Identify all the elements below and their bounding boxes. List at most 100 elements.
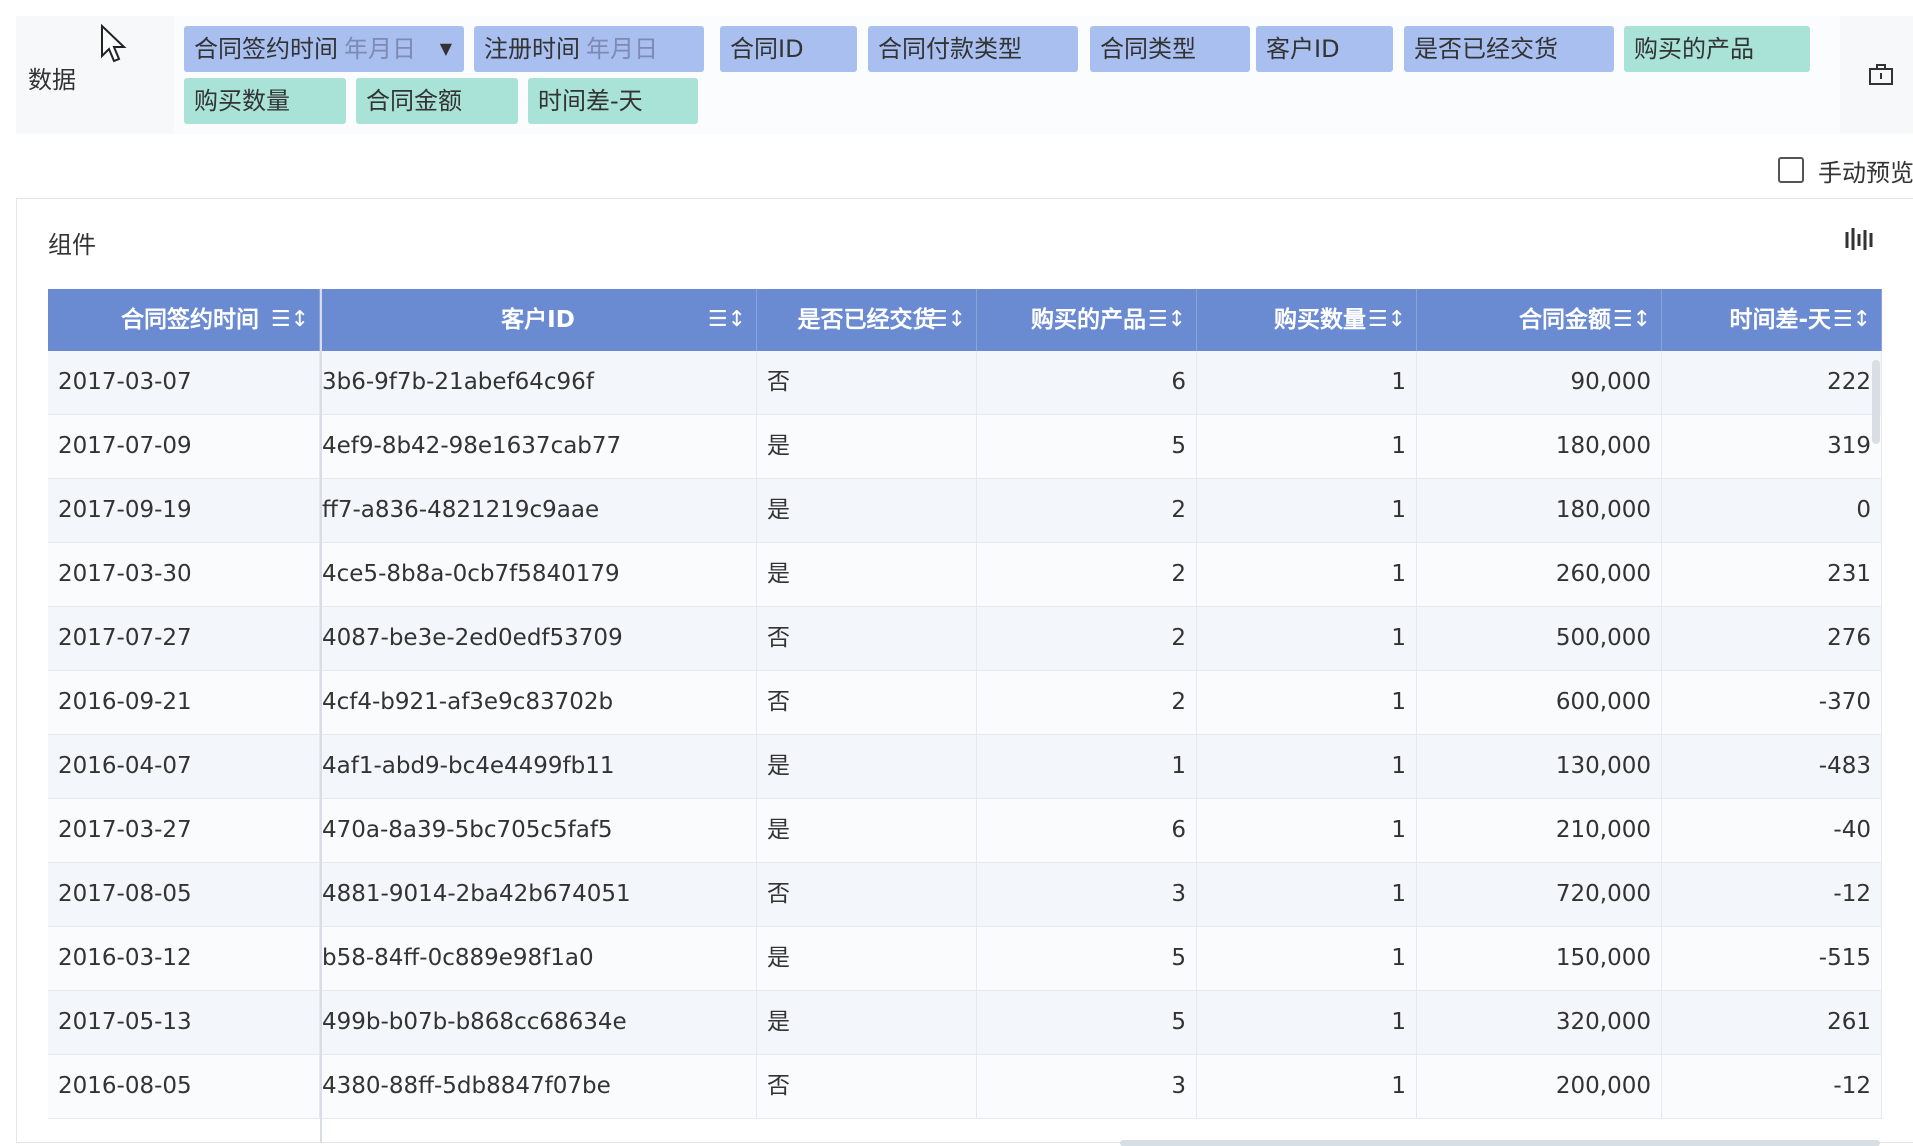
table-cell-delivered: 否: [757, 863, 977, 926]
manual-preview-checkbox[interactable]: [1778, 157, 1804, 183]
table-row[interactable]: 2017-07-09 4ef9-8b42-98e1637cab77 是 5 1 180,0…: [48, 415, 1882, 479]
table-cell-customer-id: 499b-b07b-b868cc68634e: [320, 991, 757, 1054]
table-cell-contract-sign-time: 2017-07-09: [48, 415, 320, 478]
sort-icon[interactable]: ☰↕: [1148, 289, 1186, 351]
table-cell-products: 1: [977, 735, 1197, 798]
table-header-col-contract-sign-time[interactable]: 合同签约时间 ☰↕: [48, 289, 320, 351]
table-cell-delivered: 是: [757, 735, 977, 798]
table-header-col-amount[interactable]: 合同金额 ☰↕: [1417, 289, 1662, 351]
field-chip-area: 合同签约时间 年月日 ▼ 注册时间 年月日 合同ID 合同付款类型 合同类型 客户I…: [174, 16, 1840, 134]
table-cell-delivered: 是: [757, 415, 977, 478]
chart-type-icon[interactable]: [1843, 224, 1873, 254]
table-cell-contract-sign-time: 2017-05-13: [48, 991, 320, 1054]
sort-icon[interactable]: ☰↕: [708, 289, 746, 351]
table-row[interactable]: 2017-03-07 3b6-9f7b-21abef64c96f 否 6 1 90,000…: [48, 351, 1882, 415]
manual-preview-label: 手动预览: [1818, 158, 1913, 187]
table-cell-days-diff: -12: [1662, 1055, 1882, 1118]
sort-icon[interactable]: ☰↕: [1613, 289, 1651, 351]
table-header-label: 购买的产品: [1031, 307, 1146, 333]
table-row[interactable]: 2017-05-13 499b-b07b-b868cc68634e 是 5 1 320,0…: [48, 991, 1882, 1055]
field-chip-label: 是否已经交货: [1414, 35, 1558, 63]
table-cell-delivered: 否: [757, 1055, 977, 1118]
table-row[interactable]: 2016-03-12 b58-84ff-0c889e98f1a0 是 5 1 150,00…: [48, 927, 1882, 991]
field-chip-customer-id[interactable]: 客户ID: [1256, 26, 1393, 72]
table-cell-days-diff: -483: [1662, 735, 1882, 798]
table-body: 2017-03-07 3b6-9f7b-21abef64c96f 否 6 1 90,000…: [48, 351, 1882, 1119]
field-chip-label: 购买数量: [194, 87, 290, 115]
table-cell-days-diff: -40: [1662, 799, 1882, 862]
table-row[interactable]: 2016-04-07 4af1-abd9-bc4e4499fb11 是 1 1 130,0…: [48, 735, 1882, 799]
table-header-col-delivered[interactable]: 是否已经交货 ☰↕: [757, 289, 977, 351]
table-cell-quantity: 1: [1197, 1055, 1417, 1118]
table-cell-amount: 720,000: [1417, 863, 1662, 926]
table-cell-amount: 500,000: [1417, 607, 1662, 670]
table-cell-amount: 90,000: [1417, 351, 1662, 414]
table-row[interactable]: 2017-03-30 4ce5-8b8a-0cb7f5840179 是 2 1 260,0…: [48, 543, 1882, 607]
field-chip-amount[interactable]: 合同金额: [356, 78, 518, 124]
table-cell-quantity: 1: [1197, 351, 1417, 414]
field-chip-label: 购买的产品: [1634, 35, 1754, 63]
table-row[interactable]: 2017-07-27 4087-be3e-2ed0edf53709 否 2 1 500,0…: [48, 607, 1882, 671]
table-cell-products: 3: [977, 863, 1197, 926]
table-cell-customer-id: 4ef9-8b42-98e1637cab77: [320, 415, 757, 478]
data-panel-label: 数据: [28, 66, 76, 94]
table-header-col-days-diff[interactable]: 时间差-天 ☰↕: [1662, 289, 1882, 351]
table-cell-amount: 130,000: [1417, 735, 1662, 798]
table-row[interactable]: 2017-08-05 4881-9014-2ba42b674051 否 3 1 720,0…: [48, 863, 1882, 927]
table-header-label: 合同签约时间: [121, 307, 259, 333]
field-chip-contract-type[interactable]: 合同类型: [1090, 26, 1250, 72]
table-cell-quantity: 1: [1197, 927, 1417, 990]
field-chip-products[interactable]: 购买的产品: [1624, 26, 1810, 72]
table-cell-contract-sign-time: 2016-08-05: [48, 1055, 320, 1118]
table-header: 合同签约时间 ☰↕ 客户ID ☰↕ 是否已经交货 ☰↕ 购买的产品 ☰↕ 购买数量 ☰↕ 合同金额 ☰…: [48, 289, 1882, 351]
table-cell-products: 3: [977, 1055, 1197, 1118]
vertical-scrollbar[interactable]: [1872, 360, 1880, 444]
sort-icon[interactable]: ☰↕: [1368, 289, 1406, 351]
table-header-col-customer-id[interactable]: 客户ID ☰↕: [320, 289, 757, 351]
horizontal-scrollbar[interactable]: [1120, 1140, 1880, 1146]
table-header-label: 客户ID: [501, 307, 575, 333]
sort-icon[interactable]: ☰↕: [271, 289, 309, 351]
field-chip-payment-type[interactable]: 合同付款类型: [868, 26, 1078, 72]
table-header-label: 合同金额: [1519, 307, 1611, 333]
table-cell-customer-id: 4cf4-b921-af3e9c83702b: [320, 671, 757, 734]
table-cell-days-diff: -12: [1662, 863, 1882, 926]
bag-icon[interactable]: [1868, 62, 1894, 86]
table-row[interactable]: 2017-09-19 ff7-a836-4821219c9aae 是 2 1 180,00…: [48, 479, 1882, 543]
data-table: 合同签约时间 ☰↕ 客户ID ☰↕ 是否已经交货 ☰↕ 购买的产品 ☰↕ 购买数量 ☰↕ 合同金额 ☰…: [48, 289, 1882, 1119]
table-header-label: 是否已经交货: [797, 307, 936, 333]
table-cell-products: 2: [977, 607, 1197, 670]
table-cell-customer-id: 4ce5-8b8a-0cb7f5840179: [320, 543, 757, 606]
table-cell-contract-sign-time: 2016-09-21: [48, 671, 320, 734]
field-chip-days-diff[interactable]: 时间差-天: [528, 78, 698, 124]
table-cell-contract-sign-time: 2017-03-07: [48, 351, 320, 414]
table-cell-days-diff: -370: [1662, 671, 1882, 734]
table-row[interactable]: 2017-03-27 470a-8a39-5bc705c5faf5 是 6 1 210,0…: [48, 799, 1882, 863]
field-chip-label: 合同类型: [1100, 35, 1196, 63]
table-header-col-products[interactable]: 购买的产品 ☰↕: [977, 289, 1197, 351]
field-chip-delivered[interactable]: 是否已经交货: [1404, 26, 1614, 72]
table-header-col-quantity[interactable]: 购买数量 ☰↕: [1197, 289, 1417, 351]
table-row[interactable]: 2016-09-21 4cf4-b921-af3e9c83702b 否 2 1 600,0…: [48, 671, 1882, 735]
field-chip-label: 时间差-天: [538, 87, 643, 115]
caret-down-icon[interactable]: ▼: [440, 26, 452, 72]
field-chip-quantity[interactable]: 购买数量: [184, 78, 346, 124]
table-cell-amount: 180,000: [1417, 415, 1662, 478]
table-cell-delivered: 是: [757, 543, 977, 606]
table-cell-quantity: 1: [1197, 543, 1417, 606]
manual-preview-toggle[interactable]: 手动预览: [1778, 155, 1913, 187]
field-chip-contract-sign-time[interactable]: 合同签约时间 年月日 ▼: [184, 26, 464, 72]
table-cell-products: 5: [977, 991, 1197, 1054]
table-cell-delivered: 是: [757, 799, 977, 862]
field-chip-register-time[interactable]: 注册时间 年月日: [474, 26, 704, 72]
table-cell-delivered: 是: [757, 991, 977, 1054]
sort-icon[interactable]: ☰↕: [1833, 289, 1871, 351]
table-cell-customer-id: 3b6-9f7b-21abef64c96f: [320, 351, 757, 414]
field-chip-contract-id[interactable]: 合同ID: [720, 26, 857, 72]
table-row[interactable]: 2016-08-05 4380-88ff-5db8847f07be 否 3 1 200,0…: [48, 1055, 1882, 1119]
field-chip-label: 客户ID: [1266, 35, 1340, 63]
table-cell-quantity: 1: [1197, 991, 1417, 1054]
table-header-label: 时间差-天: [1729, 307, 1831, 333]
sort-icon[interactable]: ☰↕: [928, 289, 966, 351]
table-cell-contract-sign-time: 2017-09-19: [48, 479, 320, 542]
